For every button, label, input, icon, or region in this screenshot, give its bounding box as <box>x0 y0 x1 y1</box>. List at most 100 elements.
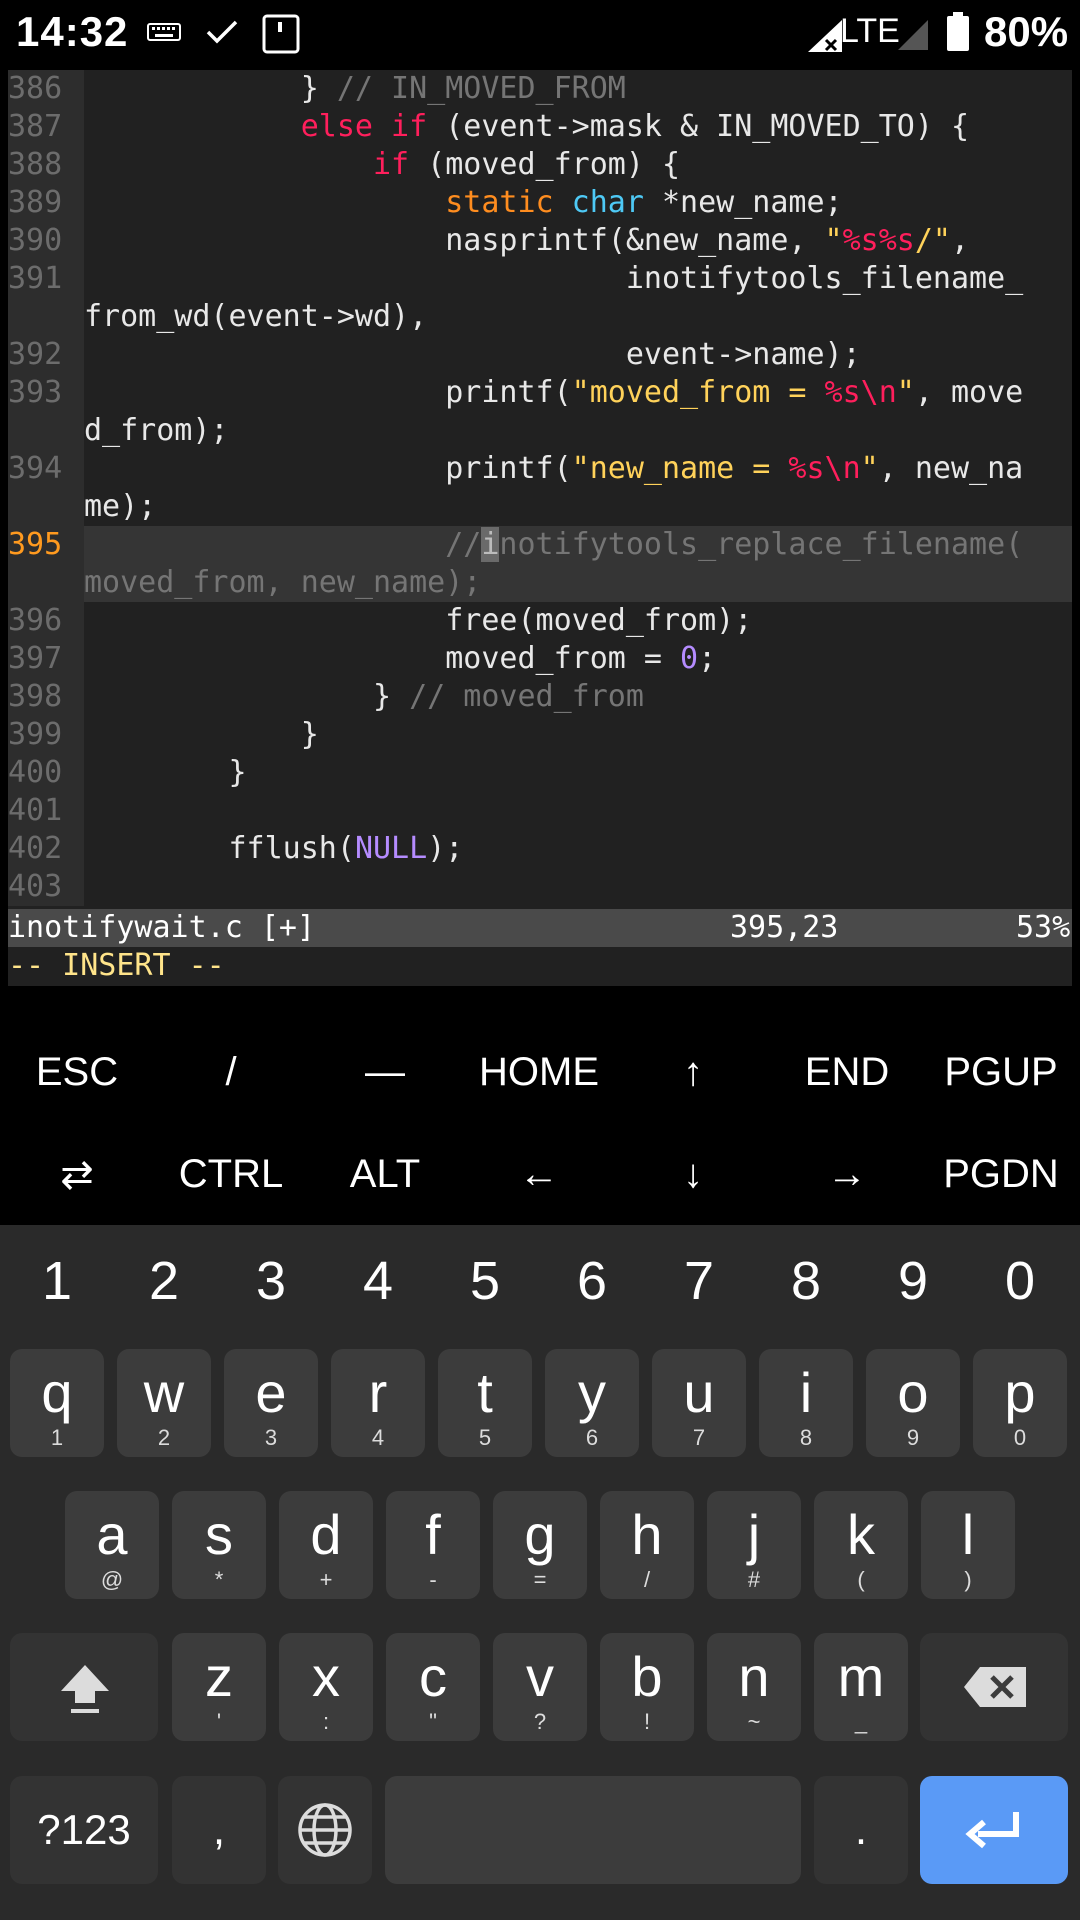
code-line-400[interactable]: 400 } <box>8 754 1072 792</box>
extra-key[interactable]: — <box>310 1050 460 1095</box>
key-letter: h <box>631 1503 663 1566</box>
key-letter: j <box>747 1503 761 1566</box>
extra-key[interactable]: / <box>156 1050 306 1095</box>
key-hint: * <box>214 1567 224 1592</box>
enter-key[interactable] <box>920 1776 1068 1884</box>
language-key[interactable] <box>278 1776 372 1884</box>
letter-key[interactable]: e3 <box>224 1349 318 1457</box>
letter-key[interactable]: p0 <box>973 1349 1067 1457</box>
code-line-392[interactable]: 392 event->name); <box>8 336 1072 374</box>
extra-key[interactable]: CTRL <box>156 1152 306 1197</box>
extra-key[interactable]: END <box>772 1050 922 1095</box>
code-token: %s\n <box>824 375 897 410</box>
code-token: (event->mask & IN_MOVED_TO) { <box>427 109 970 144</box>
key-hint: @ <box>100 1567 124 1592</box>
code-line-393[interactable]: 393 printf("moved_from = %s\n", move <box>8 374 1072 412</box>
code-text: //inotifytools_replace_filename( <box>84 526 1072 564</box>
battery-percent: 80% <box>984 8 1069 55</box>
code-token: else if <box>300 109 428 144</box>
letter-key[interactable]: d + <box>279 1491 373 1599</box>
letter-key[interactable]: f- <box>386 1491 480 1599</box>
letter-key[interactable]: y6 <box>545 1349 639 1457</box>
letter-key[interactable]: z ' <box>172 1633 266 1741</box>
number-key[interactable]: 7 <box>646 1250 752 1312</box>
code-line-386[interactable]: 386 } // IN_MOVED_FROM <box>8 70 1072 108</box>
letter-key[interactable]: s * <box>172 1491 266 1599</box>
letter-key[interactable]: h / <box>600 1491 694 1599</box>
number-key[interactable]: 3 <box>218 1250 324 1312</box>
code-line-402[interactable]: 402 fflush(NULL); <box>8 830 1072 868</box>
extra-key[interactable]: ESC <box>2 1050 152 1095</box>
extra-key[interactable]: PGUP <box>926 1050 1076 1095</box>
letter-key[interactable]: u7 <box>652 1349 746 1457</box>
comma-key[interactable]: , <box>172 1776 266 1884</box>
code-line-388[interactable]: 388 if (moved_from) { <box>8 146 1072 184</box>
letter-key[interactable]: v? <box>493 1633 587 1741</box>
code-line-wrap[interactable]: me); <box>8 488 1072 526</box>
extra-key[interactable]: ⇄ <box>2 1152 152 1198</box>
key-hint: - <box>429 1567 437 1592</box>
letter-key[interactable]: n ~ <box>707 1633 801 1741</box>
extra-key[interactable]: → <box>772 1152 922 1197</box>
code-line-387[interactable]: 387 else if (event->mask & IN_MOVED_TO) … <box>8 108 1072 146</box>
code-line-397[interactable]: 397 moved_from = 0; <box>8 640 1072 678</box>
number-key[interactable]: 0 <box>967 1250 1073 1312</box>
letter-key[interactable]: w2 <box>117 1349 211 1457</box>
letter-key[interactable]: r4 <box>331 1349 425 1457</box>
line-number: 400 <box>8 754 84 792</box>
code-text: } <box>84 754 246 792</box>
letter-key[interactable]: q1 <box>10 1349 104 1457</box>
shift-key[interactable] <box>10 1633 158 1741</box>
key-letter: n <box>738 1645 770 1708</box>
code-line-wrap[interactable]: from_wd(event->wd), <box>8 298 1072 336</box>
terminal-editor[interactable]: 386 } // IN_MOVED_FROM 387 else if (event… <box>8 70 1072 986</box>
code-line-398[interactable]: 398 } // moved_from <box>8 678 1072 716</box>
letter-key[interactable]: k( <box>814 1491 908 1599</box>
code-line-399[interactable]: 399 } <box>8 716 1072 754</box>
letter-key[interactable]: a @ <box>65 1491 159 1599</box>
code-token: *new_name; <box>643 185 843 220</box>
extra-key[interactable]: PGDN <box>926 1152 1076 1197</box>
number-key[interactable]: 1 <box>4 1250 110 1312</box>
letter-key[interactable]: i8 <box>759 1349 853 1457</box>
letter-key[interactable]: j # <box>707 1491 801 1599</box>
space-bar[interactable] <box>385 1776 801 1884</box>
code-line-394[interactable]: 394 printf("new_name = %s\n", new_na <box>8 450 1072 488</box>
letter-key[interactable]: l) <box>921 1491 1015 1599</box>
letter-key[interactable]: g = <box>493 1491 587 1599</box>
extra-key[interactable]: ↓ <box>618 1152 768 1197</box>
symbols-key[interactable]: ?123 <box>10 1776 158 1884</box>
number-key[interactable]: 6 <box>539 1250 645 1312</box>
number-key[interactable]: 8 <box>753 1250 859 1312</box>
number-key[interactable]: 5 <box>432 1250 538 1312</box>
code-line-wrap[interactable]: moved_from, new_name); <box>8 564 1072 602</box>
period-key[interactable]: . <box>814 1776 908 1884</box>
code-line-389[interactable]: 389 static char *new_name; <box>8 184 1072 222</box>
extra-key[interactable]: HOME <box>464 1050 614 1095</box>
extra-key[interactable]: ← <box>464 1152 614 1197</box>
letter-key[interactable]: m _ <box>814 1633 908 1741</box>
letter-key[interactable]: b! <box>600 1633 694 1741</box>
code-line-395[interactable]: 395 //inotifytools_replace_filename( <box>8 526 1072 564</box>
code-token: " <box>860 451 879 486</box>
extra-key[interactable]: ↑ <box>618 1050 768 1095</box>
code-token: free(moved_from); <box>84 603 753 638</box>
code-line-391[interactable]: 391 inotifytools_filename_ <box>8 260 1072 298</box>
line-number: 387 <box>8 108 84 146</box>
letter-key[interactable]: t5 <box>438 1349 532 1457</box>
number-key[interactable]: 4 <box>325 1250 431 1312</box>
number-key[interactable]: 9 <box>860 1250 966 1312</box>
extra-key[interactable]: ALT <box>310 1152 460 1197</box>
code-line-401[interactable]: 401 <box>8 792 1072 830</box>
code-line-396[interactable]: 396 free(moved_from); <box>8 602 1072 640</box>
code-line-390[interactable]: 390 nasprintf(&new_name, "%s%s/", <box>8 222 1072 260</box>
code-line-403[interactable]: 403 <box>8 868 1072 906</box>
letter-key[interactable]: c " <box>386 1633 480 1741</box>
letter-key[interactable]: x: <box>279 1633 373 1741</box>
backspace-key[interactable] <box>920 1633 1068 1741</box>
number-key[interactable]: 2 <box>111 1250 217 1312</box>
code-text: me); <box>84 488 156 526</box>
letter-key[interactable]: o9 <box>866 1349 960 1457</box>
code-line-wrap[interactable]: d_from); <box>8 412 1072 450</box>
code-token: // <box>445 527 482 562</box>
